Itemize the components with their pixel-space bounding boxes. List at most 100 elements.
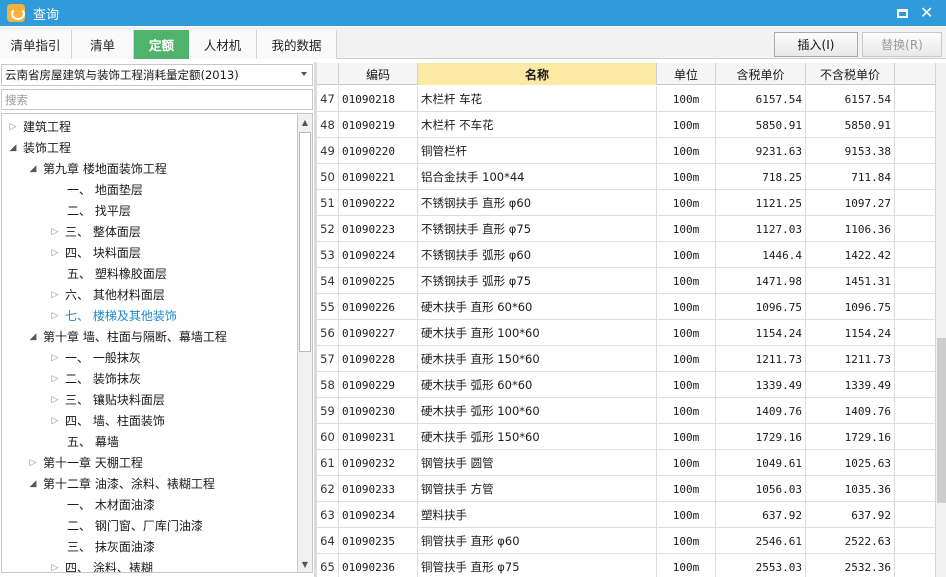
cell-code: 01090226: [339, 294, 418, 320]
tree-scrollbar[interactable]: ▲ ▼: [297, 113, 313, 573]
tab-my-data[interactable]: 我的数据: [257, 30, 337, 59]
table-row[interactable]: 54 01090225 不锈钢扶手 弧形 φ75 100m 1471.98 1451.31: [317, 268, 935, 294]
cell-name: 硬木扶手 直形 150*60: [418, 346, 657, 372]
cell-code: 01090234: [339, 502, 418, 528]
tree-item[interactable]: ▷ 六、 其他材料面层: [50, 284, 165, 305]
tree-item[interactable]: ◢ 第九章 楼地面装饰工程: [28, 158, 167, 179]
table-scrollbar[interactable]: [935, 63, 946, 577]
header-tax-price[interactable]: 含税单价: [716, 63, 806, 85]
caret-spacer: [50, 206, 62, 216]
table-row[interactable]: 61 01090232 钢管扶手 圆管 100m 1049.61 1025.63: [317, 450, 935, 476]
tabs-bar: 清单指引 清单 定额 人材机 我的数据 插入(I) 替换(R): [0, 27, 946, 59]
tree-item[interactable]: 一、 木材面油漆: [50, 494, 155, 515]
cell-unit: 100m: [657, 424, 716, 450]
table-row[interactable]: 65 01090236 铜管扶手 直形 φ75 100m 2553.03 2532.36: [317, 554, 935, 577]
table-row[interactable]: 53 01090224 不锈钢扶手 弧形 φ60 100m 1446.4 1422.42: [317, 242, 935, 268]
collapsed-caret-icon[interactable]: ▷: [50, 416, 60, 426]
header-code[interactable]: 编码: [339, 63, 418, 85]
tree-item[interactable]: 二、 找平层: [50, 200, 131, 221]
tree-item[interactable]: ▷ 三、 镶贴块料面层: [50, 389, 165, 410]
tree-item[interactable]: ▷ 建筑工程: [8, 116, 71, 137]
table-row[interactable]: 56 01090227 硬木扶手 直形 100*60 100m 1154.24 1154.…: [317, 320, 935, 346]
tree-item[interactable]: 一、 地面垫层: [50, 179, 143, 200]
cell-tax-price: 5850.91: [716, 112, 806, 138]
collapsed-caret-icon[interactable]: ▷: [50, 563, 60, 573]
caret-spacer: [50, 185, 62, 195]
caret-spacer: [50, 521, 62, 531]
cell-code: 01090225: [339, 268, 418, 294]
search-input[interactable]: 搜索: [1, 89, 313, 110]
maximize-icon[interactable]: [897, 8, 908, 18]
replace-button[interactable]: 替换(R): [862, 32, 942, 57]
table-row[interactable]: 59 01090230 硬木扶手 弧形 100*60 100m 1409.76 1409.…: [317, 398, 935, 424]
collapsed-caret-icon[interactable]: ▷: [50, 374, 60, 384]
expanded-caret-icon[interactable]: ◢: [28, 332, 38, 342]
scroll-down-icon[interactable]: ▼: [298, 556, 312, 572]
tree-item[interactable]: ▷ 二、 装饰抹灰: [50, 368, 141, 389]
tab-bill[interactable]: 清单: [72, 30, 134, 59]
tree-item[interactable]: ◢ 装饰工程: [8, 137, 71, 158]
table-row[interactable]: 48 01090219 木栏杆 不车花 100m 5850.91 5850.91: [317, 112, 935, 138]
expanded-caret-icon[interactable]: ◢: [28, 164, 38, 174]
collapsed-caret-icon[interactable]: ▷: [50, 353, 60, 363]
header-name[interactable]: 名称: [418, 63, 657, 85]
cell-index: 58: [317, 372, 339, 398]
cell-name: 硬木扶手 直形 60*60: [418, 294, 657, 320]
cell-notax-price: 1096.75: [806, 294, 895, 320]
table-row[interactable]: 64 01090235 铜管扶手 直形 φ60 100m 2546.61 2522.63: [317, 528, 935, 554]
tree-item[interactable]: ◢ 第十章 墙、柱面与隔断、幕墙工程: [28, 326, 227, 347]
table-row[interactable]: 55 01090226 硬木扶手 直形 60*60 100m 1096.75 1096.7…: [317, 294, 935, 320]
table-row[interactable]: 60 01090231 硬木扶手 弧形 150*60 100m 1729.16 1729.…: [317, 424, 935, 450]
tree-item[interactable]: 五、 塑料橡胶面层: [50, 263, 167, 284]
quota-library-select[interactable]: 云南省房屋建筑与装饰工程消耗量定额(2013): [1, 64, 313, 86]
tree-item-label: 三、 整体面层: [65, 225, 141, 239]
tree-item[interactable]: ▷ 四、 墙、柱面装饰: [50, 410, 165, 431]
tree-item-label: 三、 抹灰面油漆: [67, 540, 155, 554]
collapsed-caret-icon[interactable]: ▷: [50, 248, 60, 258]
table-row[interactable]: 58 01090229 硬木扶手 弧形 60*60 100m 1339.49 1339.4…: [317, 372, 935, 398]
cell-tax-price: 1446.4: [716, 242, 806, 268]
tree-item[interactable]: ▷ 四、 涂料、裱糊: [50, 557, 153, 573]
tab-bill-guide[interactable]: 清单指引: [0, 30, 72, 59]
cell-unit: 100m: [657, 112, 716, 138]
tree-item[interactable]: ▷ 七、 楼梯及其他装饰: [50, 305, 177, 326]
table-row[interactable]: 47 01090218 木栏杆 车花 100m 6157.54 6157.54: [317, 86, 935, 112]
collapsed-caret-icon[interactable]: ▷: [50, 227, 60, 237]
scroll-thumb[interactable]: [299, 132, 311, 352]
collapsed-caret-icon[interactable]: ▷: [8, 122, 18, 132]
tree-item[interactable]: ▷ 三、 整体面层: [50, 221, 141, 242]
tree-item-label: 一、 木材面油漆: [67, 498, 155, 512]
table-row[interactable]: 51 01090222 不锈钢扶手 直形 φ60 100m 1121.25 1097.27: [317, 190, 935, 216]
table-row[interactable]: 62 01090233 钢管扶手 方管 100m 1056.03 1035.36: [317, 476, 935, 502]
tree-item[interactable]: 五、 幕墙: [50, 431, 119, 452]
tree-item[interactable]: ◢ 第十二章 油漆、涂料、裱糊工程: [28, 473, 215, 494]
tree-item[interactable]: ▷ 第十一章 天棚工程: [28, 452, 143, 473]
scroll-thumb[interactable]: [937, 338, 946, 503]
insert-button[interactable]: 插入(I): [774, 32, 858, 57]
tree-item[interactable]: 二、 钢门窗、厂库门油漆: [50, 515, 203, 536]
table-row[interactable]: 57 01090228 硬木扶手 直形 150*60 100m 1211.73 1211.…: [317, 346, 935, 372]
expanded-caret-icon[interactable]: ◢: [8, 143, 18, 153]
cell-tax-price: 1096.75: [716, 294, 806, 320]
tree-item[interactable]: ▷ 四、 块料面层: [50, 242, 141, 263]
tree-item[interactable]: ▷ 一、 一般抹灰: [50, 347, 141, 368]
tab-quota[interactable]: 定额: [134, 30, 189, 59]
collapsed-caret-icon[interactable]: ▷: [50, 395, 60, 405]
collapsed-caret-icon[interactable]: ▷: [28, 458, 38, 468]
cell-name: 硬木扶手 弧形 60*60: [418, 372, 657, 398]
table-row[interactable]: 52 01090223 不锈钢扶手 直形 φ75 100m 1127.03 1106.36: [317, 216, 935, 242]
close-icon[interactable]: ✕: [920, 5, 934, 21]
tree-item[interactable]: 三、 抹灰面油漆: [50, 536, 155, 557]
cell-notax-price: 1409.76: [806, 398, 895, 424]
app-logo-icon: [7, 4, 25, 22]
collapsed-caret-icon[interactable]: ▷: [50, 290, 60, 300]
collapsed-caret-icon[interactable]: ▷: [50, 311, 60, 321]
tab-labor-material-machine[interactable]: 人材机: [189, 30, 257, 59]
header-notax-price[interactable]: 不含税单价: [806, 63, 895, 85]
table-row[interactable]: 49 01090220 铜管栏杆 100m 9231.63 9153.38: [317, 138, 935, 164]
table-row[interactable]: 63 01090234 塑料扶手 100m 637.92 637.92: [317, 502, 935, 528]
table-row[interactable]: 50 01090221 铝合金扶手 100*44 100m 718.25 711.84: [317, 164, 935, 190]
header-unit[interactable]: 单位: [657, 63, 716, 85]
expanded-caret-icon[interactable]: ◢: [28, 479, 38, 489]
scroll-up-icon[interactable]: ▲: [298, 114, 312, 130]
